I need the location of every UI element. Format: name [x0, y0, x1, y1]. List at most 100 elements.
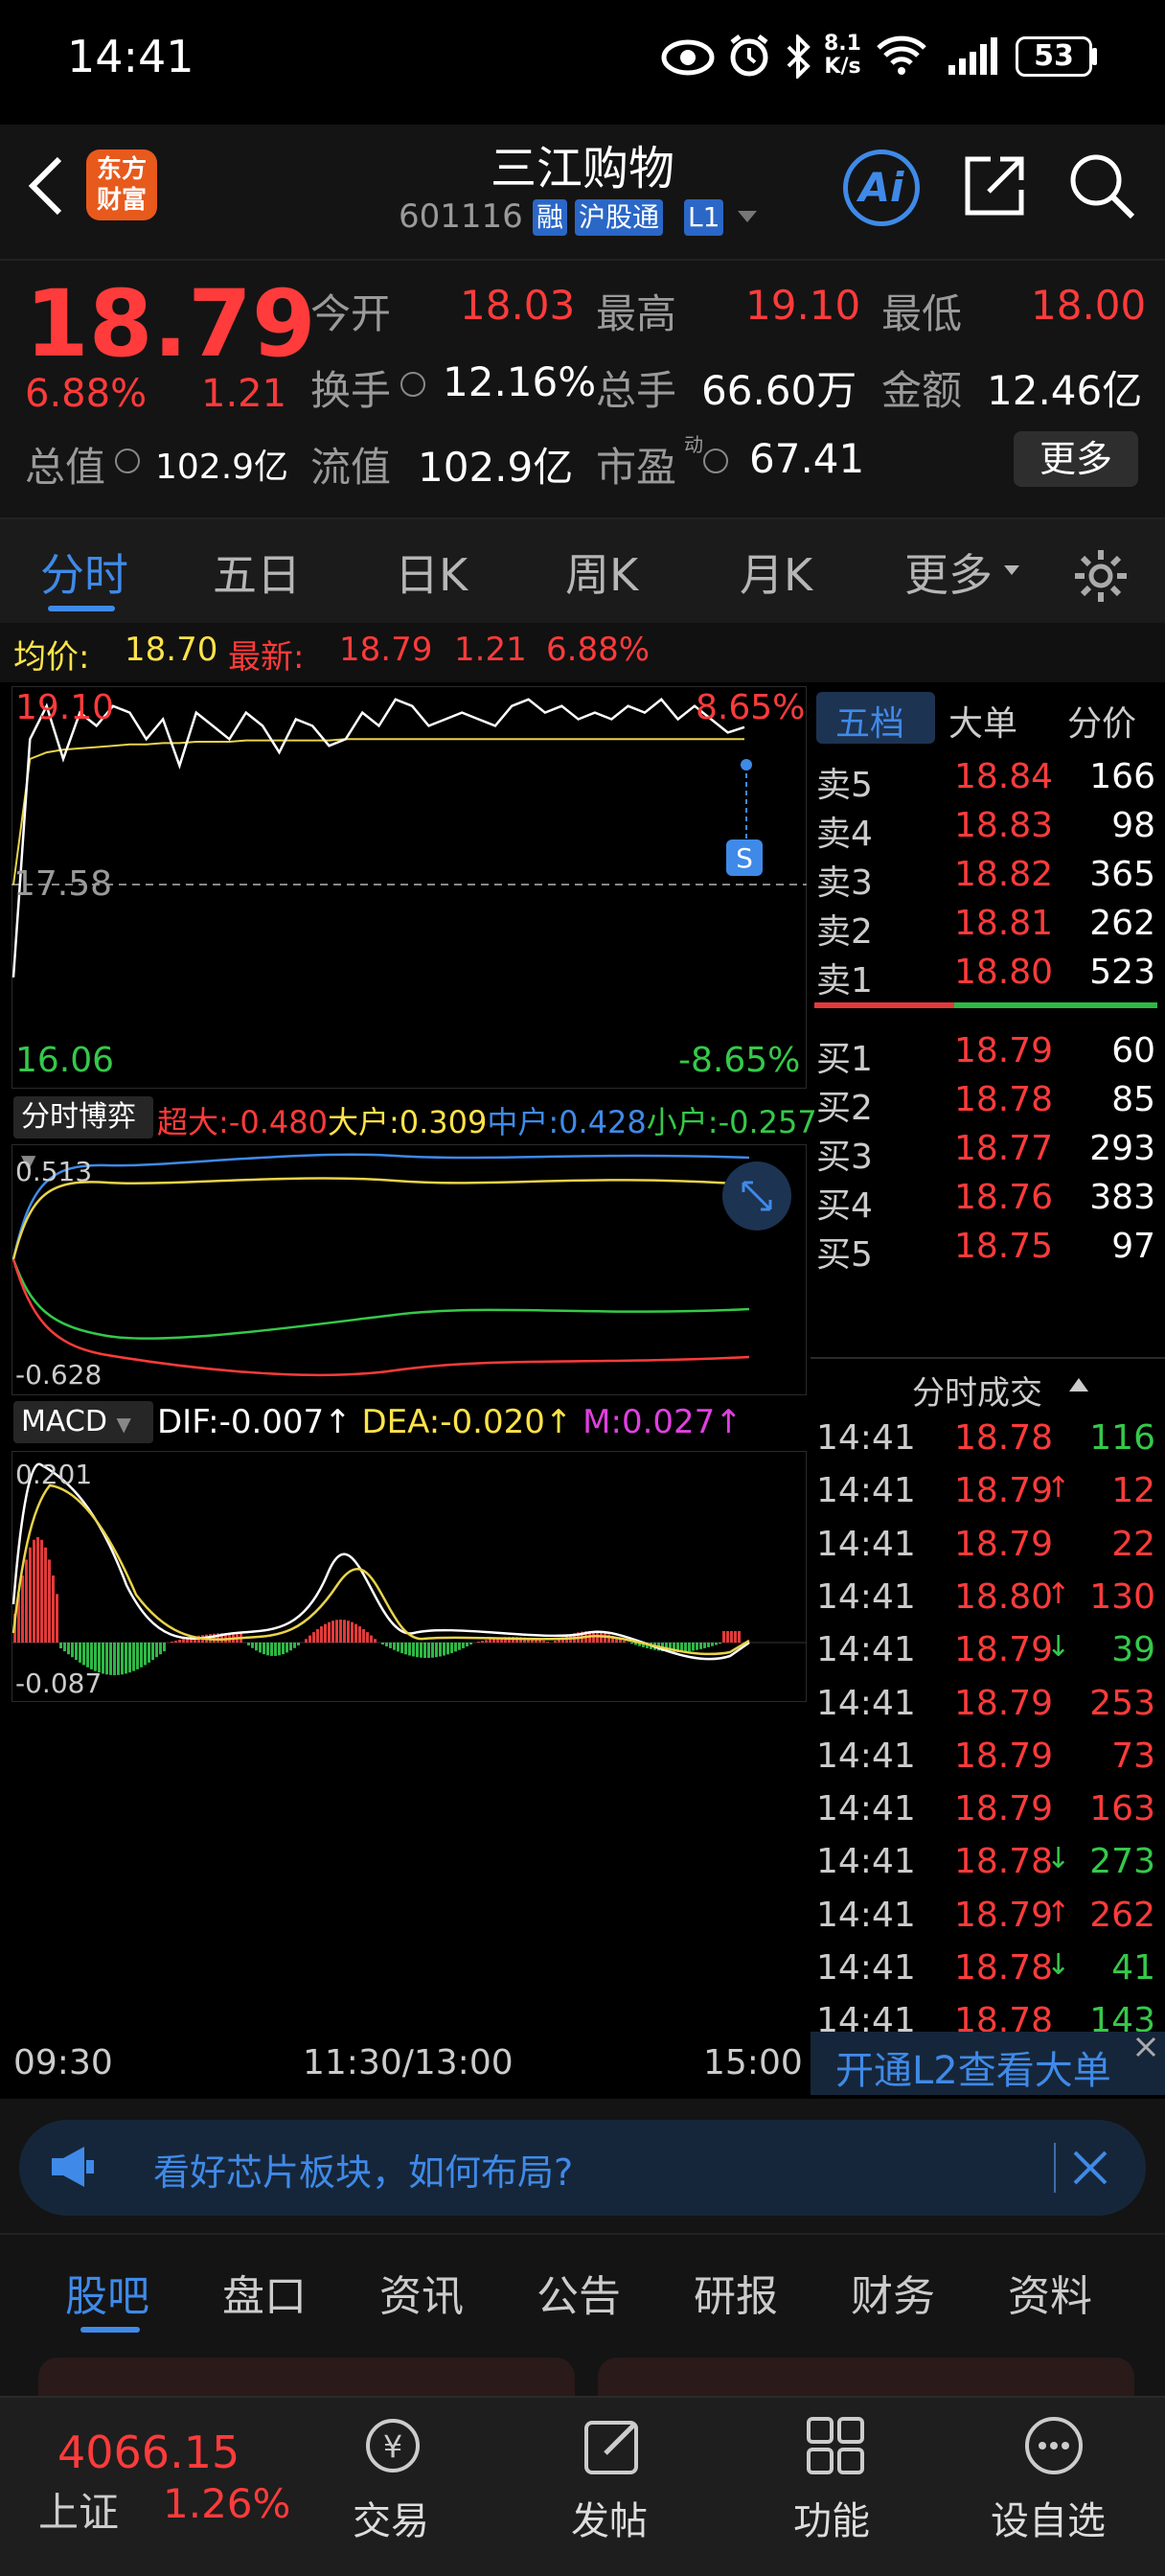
macd-bar — [274, 1643, 277, 1656]
tick-price: 18.80 — [954, 1576, 1054, 1617]
volume-label: 总手 — [596, 367, 677, 414]
buy-volume: 293 — [1089, 1129, 1155, 1168]
ticks-title[interactable]: 分时成交 — [912, 1367, 1042, 1414]
close-icon[interactable] — [1134, 2036, 1157, 2058]
macd-bar — [485, 1640, 488, 1643]
tab-intraday[interactable]: 分时 — [40, 540, 128, 604]
post-icon[interactable] — [582, 2415, 644, 2476]
buy-price[interactable]: 18.78 — [954, 1080, 1053, 1119]
more-dots-icon[interactable] — [1023, 2415, 1085, 2476]
tab-news[interactable]: 资讯 — [379, 2262, 464, 2323]
tab-more[interactable]: 更多 — [904, 540, 993, 604]
tab-monthly[interactable]: 月K — [740, 540, 812, 604]
l2-banner-text[interactable]: 开通L2查看大单 — [835, 2039, 1111, 2095]
high-label: 最高 — [596, 290, 677, 337]
tab-daily[interactable]: 日K — [395, 540, 468, 604]
caret-up-icon — [1069, 1378, 1088, 1392]
book-tab-big[interactable]: 大单 — [948, 696, 1017, 746]
tick-volume: 22 — [1111, 1524, 1155, 1564]
macd-bar — [331, 1621, 334, 1643]
tick-price: 18.79 — [954, 1471, 1054, 1511]
back-icon[interactable] — [25, 155, 67, 217]
macd-bar — [427, 1643, 430, 1658]
macd-bar — [278, 1643, 281, 1656]
tab-5day[interactable]: 五日 — [213, 540, 301, 604]
tick-direction-icon: ↑ — [1046, 1895, 1071, 1929]
tick-price: 18.79 — [954, 1789, 1054, 1829]
macd-bar — [703, 1643, 706, 1648]
macd-bar — [715, 1643, 718, 1645]
tab-research[interactable]: 研报 — [694, 2262, 778, 2323]
trade-icon[interactable]: ¥ — [362, 2415, 423, 2476]
sell-price[interactable]: 18.83 — [954, 806, 1053, 845]
info-icon[interactable] — [115, 448, 140, 473]
share-icon[interactable] — [962, 151, 1029, 218]
macd-bar — [21, 1576, 24, 1643]
pct-max-label: 8.65% — [696, 688, 806, 727]
megaphone-icon — [52, 2147, 94, 2187]
intraday-chart[interactable]: S — [11, 686, 807, 1089]
latest-label: 最新: — [228, 638, 305, 677]
macd-chart[interactable] — [11, 1451, 807, 1702]
more-button[interactable]: 更多 — [1014, 431, 1138, 487]
mcap-value: 102.9亿 — [155, 448, 289, 487]
flow-chart[interactable] — [11, 1144, 807, 1395]
chevron-down-icon[interactable] — [736, 209, 759, 224]
tick-direction-icon: ↓ — [1046, 1842, 1071, 1876]
macd-bar — [370, 1635, 373, 1643]
buy-price[interactable]: 18.77 — [954, 1129, 1053, 1168]
info-icon[interactable] — [703, 448, 728, 473]
ai-button[interactable]: Ai — [843, 150, 920, 226]
tick-price: 18.78 — [954, 1842, 1054, 1882]
tab-weekly[interactable]: 周K — [565, 540, 638, 604]
open-label: 今开 — [310, 290, 392, 337]
grid-icon[interactable] — [805, 2415, 866, 2476]
macd-bar — [374, 1639, 377, 1643]
sell-marker-text: S — [736, 842, 753, 874]
macd-bar — [730, 1631, 733, 1643]
sell-level-label: 卖3 — [816, 863, 873, 903]
add-watchlist-label[interactable]: 设自选 — [991, 2490, 1106, 2545]
tab-forum[interactable]: 股吧 — [65, 2262, 149, 2323]
macd-bar — [397, 1643, 400, 1652]
promo-text[interactable]: 看好芯片板块，如何布局? — [153, 2143, 573, 2196]
tick-time: 14:41 — [816, 1948, 916, 1988]
index-name[interactable]: 上证 — [38, 2480, 119, 2539]
gear-icon[interactable] — [1071, 546, 1131, 606]
info-icon[interactable] — [400, 372, 425, 397]
flow-select[interactable]: 分时博弈 ▼ — [13, 1096, 153, 1173]
buy-price[interactable]: 18.79 — [954, 1031, 1053, 1070]
book-tab-five[interactable]: 五档 — [835, 696, 904, 746]
book-tab-price[interactable]: 分价 — [1067, 696, 1136, 746]
sell-price[interactable]: 18.84 — [954, 757, 1053, 796]
close-icon[interactable] — [1071, 2149, 1109, 2187]
stock-code: 601116 — [399, 197, 523, 236]
sell-price[interactable]: 18.81 — [954, 904, 1053, 943]
macd-bar — [174, 1641, 177, 1643]
trade-label[interactable]: 交易 — [353, 2490, 429, 2545]
macd-bar — [339, 1620, 342, 1643]
index-value[interactable]: 4066.15 — [57, 2426, 240, 2478]
sell-price[interactable]: 18.82 — [954, 855, 1053, 894]
index-percent[interactable]: 1.26% — [163, 2480, 290, 2527]
buy-level-label: 买5 — [816, 1235, 873, 1275]
tab-finance[interactable]: 财务 — [851, 2262, 935, 2323]
tab-market[interactable]: 盘口 — [222, 2262, 307, 2323]
search-icon[interactable] — [1067, 151, 1136, 220]
amount-value: 12.46亿 — [987, 367, 1143, 414]
sell-volume: 365 — [1089, 855, 1155, 894]
buy-price[interactable]: 18.75 — [954, 1227, 1053, 1266]
volume-value: 66.60万 — [701, 367, 857, 414]
macd-select[interactable]: MACD ▼ — [13, 1401, 153, 1443]
function-label[interactable]: 功能 — [793, 2490, 870, 2545]
promo-banner[interactable]: 看好芯片板块，如何布局? — [19, 2120, 1146, 2216]
macd-bar — [52, 1576, 55, 1643]
macd-top-label: 0.201 — [15, 1459, 93, 1490]
tab-profile[interactable]: 资料 — [1008, 2262, 1092, 2323]
post-label[interactable]: 发帖 — [571, 2490, 648, 2545]
sell-price[interactable]: 18.80 — [954, 953, 1053, 992]
y-max-label: 19.10 — [15, 688, 115, 727]
buy-price[interactable]: 18.76 — [954, 1178, 1053, 1217]
stock-header: 东方 财富 三江购物 601116 融 沪股通 L1 Ai — [0, 125, 1165, 259]
tab-announcements[interactable]: 公告 — [537, 2262, 621, 2323]
